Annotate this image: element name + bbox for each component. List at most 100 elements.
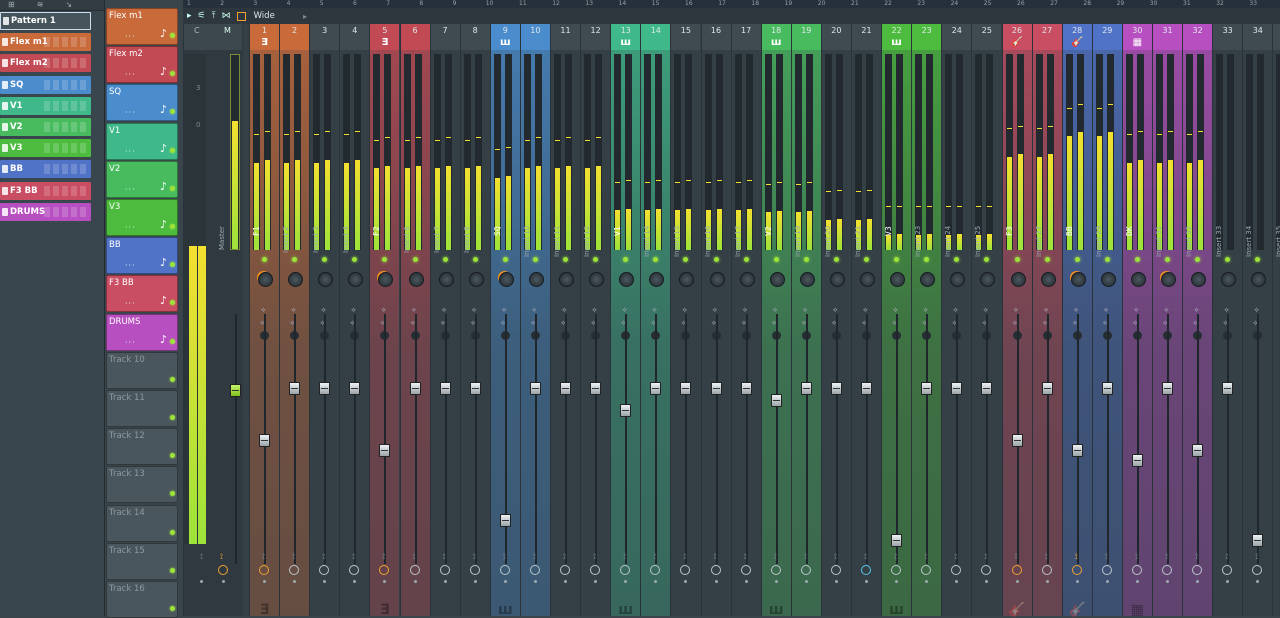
playlist-track-header[interactable]: Track 16 — [106, 581, 178, 618]
insert-header[interactable]: 26 🎸 — [1002, 24, 1032, 50]
insert-enable-led[interactable] — [894, 257, 900, 262]
stereo-swap-icon[interactable]: ⟡ — [532, 307, 540, 314]
insert-enable-led[interactable] — [1255, 257, 1261, 262]
insert-enable-led[interactable] — [984, 257, 990, 262]
volume-fader[interactable] — [1131, 454, 1143, 467]
route-link-icon[interactable]: ⟟ — [623, 552, 629, 561]
stereo-swap-icon[interactable]: ⟡ — [261, 307, 269, 314]
route-knob[interactable] — [499, 565, 510, 575]
route-link-icon[interactable]: ⟟ — [864, 552, 870, 561]
insert-header[interactable]: 34 — [1243, 24, 1273, 50]
insert-enable-led[interactable] — [472, 257, 478, 262]
volume-fader[interactable] — [770, 394, 782, 407]
insert-enable-led[interactable] — [803, 257, 809, 262]
volume-fader[interactable] — [560, 381, 571, 395]
insert-name[interactable]: V2 — [764, 226, 773, 276]
pan-knob[interactable] — [1191, 272, 1207, 287]
volume-fader[interactable] — [680, 381, 692, 395]
track-enable-led[interactable] — [170, 300, 175, 306]
volume-fader[interactable] — [259, 434, 270, 447]
stereo-swap-icon[interactable]: ⟡ — [833, 307, 841, 314]
insert-name[interactable]: Insert 15 — [673, 226, 681, 276]
insert-enable-led[interactable] — [743, 257, 749, 262]
route-knob[interactable] — [1071, 565, 1082, 575]
insert-name[interactable]: Insert 10 — [523, 226, 531, 276]
insert-header[interactable]: 19 — [791, 24, 821, 50]
volume-fader[interactable] — [1222, 381, 1234, 395]
track-enable-led[interactable] — [170, 529, 175, 535]
volume-fader[interactable] — [1101, 381, 1113, 395]
insert-header[interactable]: 12 — [581, 24, 611, 50]
route-knob[interactable] — [319, 565, 330, 575]
insert-enable-led[interactable] — [1104, 257, 1110, 262]
playlist-track-header[interactable]: Track 12 — [106, 428, 178, 466]
insert-enable-led[interactable] — [532, 257, 538, 262]
playlist-track-header[interactable]: Track 10 — [106, 351, 178, 389]
master-link-icon[interactable]: ⟟ — [200, 552, 206, 561]
route-knob[interactable] — [680, 565, 691, 575]
pan-knob[interactable] — [950, 272, 966, 287]
pan-knob[interactable] — [348, 272, 364, 287]
route-knob[interactable] — [1011, 565, 1022, 575]
stereo-swap-icon[interactable]: ⟡ — [291, 307, 299, 314]
pan-knob[interactable] — [468, 272, 484, 287]
pattern-item[interactable]: SQ — [0, 75, 91, 94]
route-link-icon[interactable]: ⟟ — [774, 552, 780, 561]
playlist-track-header[interactable]: Track 11 — [106, 390, 178, 427]
insert-name[interactable]: V1 — [613, 226, 622, 276]
stereo-swap-icon[interactable]: ⟡ — [351, 307, 359, 314]
route-link-icon[interactable]: ⟟ — [1165, 552, 1171, 561]
mute-label[interactable]: M — [224, 26, 231, 35]
pan-knob[interactable] — [288, 272, 304, 287]
pan-knob[interactable] — [860, 272, 875, 287]
insert-name[interactable]: Insert 4 — [342, 226, 350, 276]
insert-enable-led[interactable] — [1165, 257, 1170, 262]
stereo-swap-icon[interactable]: ⟡ — [592, 307, 600, 314]
pan-knob[interactable] — [589, 272, 605, 287]
insert-name[interactable]: Insert 25 — [974, 226, 982, 276]
insert-name[interactable]: V3 — [884, 226, 893, 276]
pattern-item[interactable]: BB — [0, 160, 91, 179]
insert-name[interactable]: Insert 27 — [1035, 226, 1043, 276]
mixer-layout-label[interactable]: Wide — [254, 11, 275, 21]
volume-fader[interactable] — [650, 381, 662, 395]
insert-enable-led[interactable] — [713, 257, 719, 262]
route-knob[interactable] — [1252, 565, 1263, 575]
insert-name[interactable]: F2 — [372, 226, 381, 276]
pan-knob[interactable] — [799, 272, 815, 287]
insert-header[interactable]: 24 — [942, 24, 972, 50]
insert-header[interactable]: 33 — [1213, 24, 1243, 50]
route-knob[interactable] — [590, 565, 601, 575]
insert-header[interactable]: 32 — [1183, 24, 1213, 50]
playlist-track-header[interactable]: DRUMS ♪ ··· — [106, 313, 178, 351]
route-link-icon[interactable]: ⟟ — [503, 552, 509, 561]
insert-header[interactable]: 2 — [280, 24, 310, 50]
insert-enable-led[interactable] — [924, 257, 930, 262]
insert-header[interactable]: 8 — [460, 24, 490, 50]
pan-knob[interactable] — [318, 272, 334, 287]
route-knob[interactable] — [379, 565, 390, 575]
track-enable-led[interactable] — [170, 376, 175, 382]
play-icon[interactable]: ▸ — [187, 11, 192, 21]
volume-fader[interactable] — [409, 381, 421, 395]
pattern-item[interactable]: V3 — [0, 139, 91, 158]
stereo-swap-icon[interactable]: ⟡ — [713, 307, 721, 314]
insert-enable-led[interactable] — [1044, 257, 1050, 262]
stereo-swap-icon[interactable]: ⟡ — [743, 307, 751, 314]
insert-enable-led[interactable] — [262, 257, 267, 262]
insert-name[interactable]: DK — [1125, 226, 1134, 276]
stereo-swap-icon[interactable]: ⟡ — [1254, 307, 1262, 314]
insert-enable-led[interactable] — [1074, 257, 1080, 262]
track-enable-led[interactable] — [170, 491, 175, 497]
insert-header[interactable]: 22 ш — [882, 24, 912, 50]
pan-knob[interactable] — [679, 272, 695, 287]
time-ruler[interactable]: 1 2 3 4 5 6 7 8 9 10 11 12 13 14 15 16 17 18 19 20 21 22 23 24 2… — [183, 0, 1280, 8]
insert-name[interactable]: F1 — [252, 226, 261, 276]
track-enable-led[interactable] — [170, 262, 175, 268]
playlist-track-header[interactable]: F3 BB ♪ ··· — [106, 275, 178, 313]
track-enable-led[interactable] — [170, 71, 175, 77]
route-link-icon[interactable]: ⟟ — [413, 552, 419, 561]
stereo-swap-icon[interactable]: ⟡ — [381, 307, 389, 314]
route-link-icon[interactable]: ⟟ — [1075, 552, 1081, 561]
insert-header[interactable]: 1Ǝ — [250, 24, 279, 50]
